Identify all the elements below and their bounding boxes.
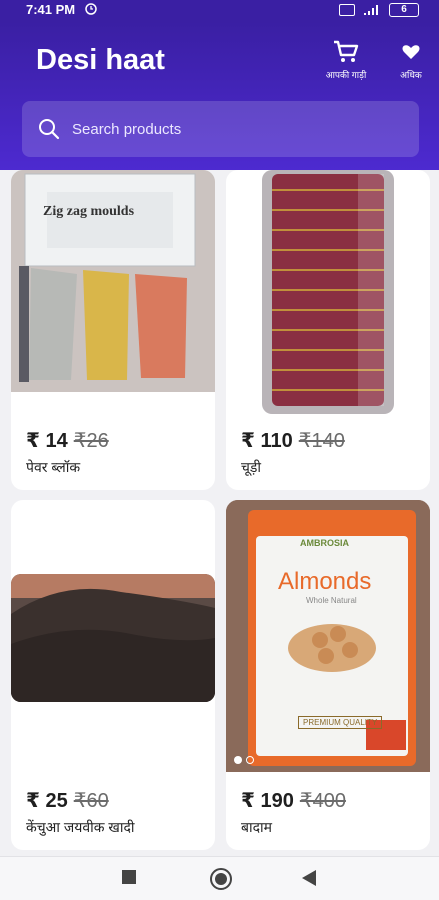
carousel-dot[interactable]: [234, 756, 242, 764]
image-caption: Zig zag moulds: [43, 204, 135, 219]
product-card[interactable]: AMBROSIA Almonds Whole Natural PREMIUM Q…: [226, 500, 430, 850]
heart-icon: [381, 38, 439, 66]
status-bar: 7:41 PM 6: [0, 0, 439, 22]
product-card[interactable]: ₹ 25 ₹60 केंचुआ जयवीक खादी: [11, 500, 215, 850]
home-button[interactable]: [210, 868, 232, 890]
product-mrp: ₹26: [73, 430, 109, 452]
status-time: 7:41 PM: [26, 2, 76, 17]
product-name: चूड़ी: [241, 459, 262, 475]
product-image: [262, 170, 394, 414]
cart-label: आपकी गाड़ी: [325, 70, 367, 80]
product-image: Zig zag moulds: [11, 170, 215, 392]
product-name: पेवर ब्लॉक: [26, 459, 81, 475]
search-placeholder: Search products: [72, 120, 182, 138]
product-mrp: ₹400: [299, 790, 346, 812]
carousel-dot[interactable]: [246, 756, 254, 764]
app-title: Desi haat: [36, 44, 165, 76]
search-icon: [39, 119, 60, 140]
more-button[interactable]: अधिक: [381, 38, 439, 81]
alarm-icon: [84, 1, 98, 18]
brand-product: Almonds: [278, 568, 372, 595]
carousel-dots: [234, 756, 254, 764]
system-nav-bar: [0, 856, 439, 900]
brand-sub: Whole Natural: [306, 596, 357, 605]
signal-icon: [364, 5, 378, 15]
search-input[interactable]: Search products: [22, 101, 419, 157]
battery-icon: 6: [389, 3, 419, 17]
product-mrp: ₹140: [298, 430, 345, 452]
product-name: केंचुआ जयवीक खादी: [26, 819, 135, 835]
cart-button[interactable]: आपकी गाड़ी: [316, 38, 376, 81]
product-price: ₹ 190: [241, 790, 294, 812]
brand-badge: PREMIUM QUALITY: [298, 716, 383, 729]
product-image: [11, 574, 215, 702]
brand-label: AMBROSIA: [300, 538, 349, 548]
back-button[interactable]: [302, 870, 316, 886]
product-price: ₹ 25: [26, 790, 68, 812]
product-price: ₹ 14: [26, 430, 68, 452]
cart-icon: [316, 38, 376, 66]
product-card[interactable]: Zig zag moulds ₹ 14 ₹26 पेवर ब्लॉक: [11, 170, 215, 490]
recents-button[interactable]: [122, 870, 136, 884]
product-mrp: ₹60: [73, 790, 109, 812]
product-image: AMBROSIA Almonds Whole Natural PREMIUM Q…: [226, 500, 430, 772]
notification-icon: [339, 4, 355, 16]
more-label: अधिक: [400, 70, 422, 80]
app-header: Desi haat आपकी गाड़ी अधिक Search product…: [0, 22, 439, 170]
product-price: ₹ 110: [241, 430, 293, 452]
product-name: बादाम: [241, 819, 273, 835]
product-card[interactable]: ₹ 110 ₹140 चूड़ी: [226, 170, 430, 490]
